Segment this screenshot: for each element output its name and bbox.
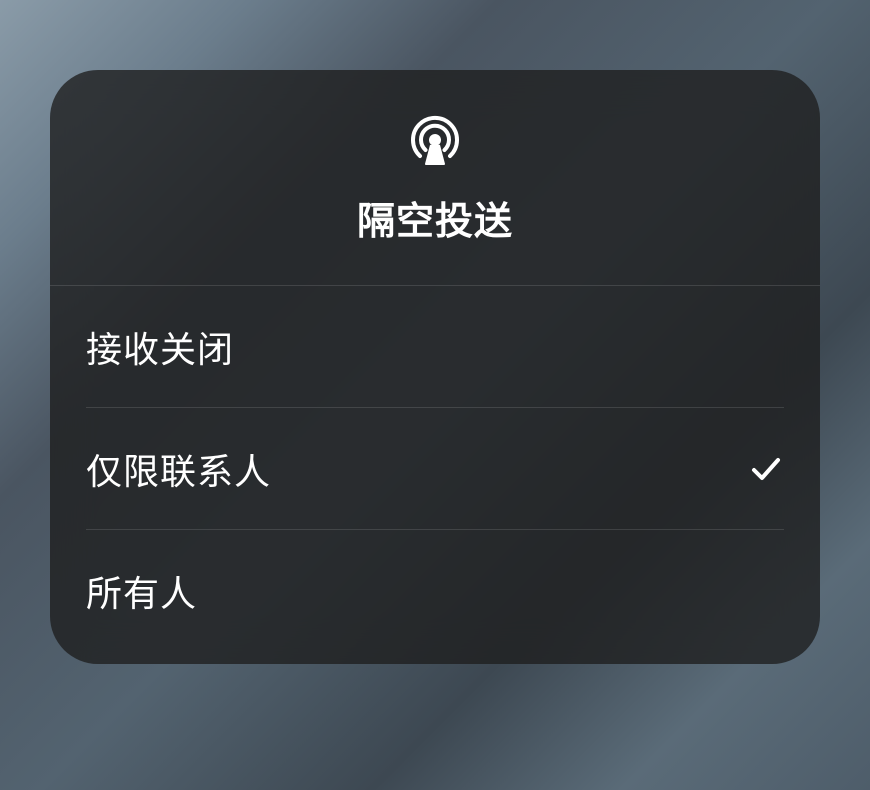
airdrop-icon — [407, 112, 463, 168]
airdrop-settings-panel: 隔空投送 接收关闭 仅限联系人 所有人 — [50, 70, 820, 664]
option-contacts-only[interactable]: 仅限联系人 — [86, 408, 784, 530]
option-receiving-off[interactable]: 接收关闭 — [86, 286, 784, 408]
option-everyone[interactable]: 所有人 — [86, 530, 784, 652]
checkmark-icon — [748, 451, 784, 487]
option-label: 所有人 — [86, 565, 197, 617]
option-label: 仅限联系人 — [86, 443, 271, 495]
panel-title: 隔空投送 — [357, 190, 513, 245]
panel-header: 隔空投送 — [50, 70, 820, 286]
option-label: 接收关闭 — [86, 321, 234, 373]
options-list: 接收关闭 仅限联系人 所有人 — [50, 286, 820, 664]
